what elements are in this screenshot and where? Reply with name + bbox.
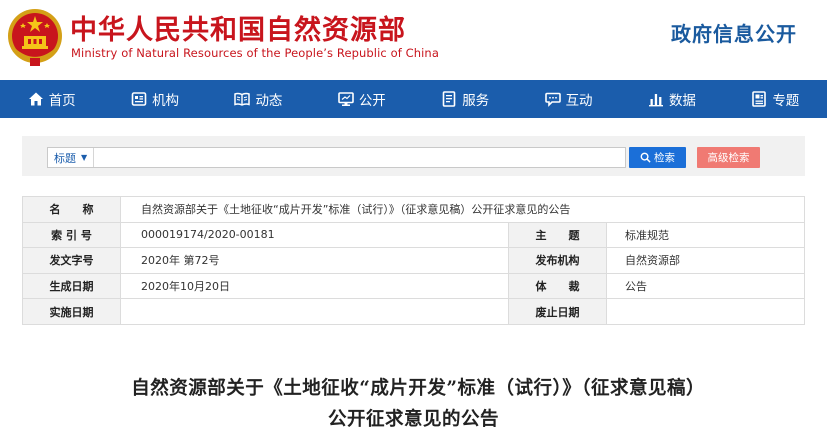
document-info-table: 名 称 自然资源部关于《土地征收“成片开发”标准（试行）》（征求意见稿）公开征求… [22, 196, 805, 325]
genre-value: 公告 [606, 272, 805, 300]
nav-item-topic[interactable]: 专题 [724, 80, 827, 118]
name-value: 自然资源部关于《土地征收“成片开发”标准（试行）》（征求意见稿）公开征求意见的公… [120, 196, 805, 223]
nav-item-service[interactable]: 服务 [414, 80, 517, 118]
table-row: 生成日期 2020年10月20日 体 裁 公告 [22, 272, 805, 300]
docno-label: 发文字号 [22, 247, 121, 274]
nav-item-interact[interactable]: 互动 [517, 80, 620, 118]
main-nav: 首页 机构 动态 公开 服务 互动 数据 专题 [0, 80, 827, 118]
search-button-label: 检索 [654, 152, 675, 164]
national-emblem-icon[interactable] [6, 6, 64, 68]
table-row: 发文字号 2020年 第72号 发布机构 自然资源部 [22, 247, 805, 274]
org-icon [131, 92, 147, 106]
caret-down-icon: ▼ [81, 153, 88, 162]
nav-item-label: 机构 [152, 93, 180, 109]
expire-label: 废止日期 [508, 298, 607, 325]
chat-icon [544, 92, 561, 107]
table-row: 索 引 号 000019174/2020-00181 主 题 标准规范 [22, 221, 805, 249]
search-icon [640, 152, 651, 163]
nav-item-news[interactable]: 动态 [207, 80, 310, 118]
index-label: 索 引 号 [22, 221, 121, 249]
topic-value: 标准规范 [606, 221, 805, 249]
nav-item-data[interactable]: 数据 [620, 80, 723, 118]
nav-item-org[interactable]: 机构 [103, 80, 206, 118]
book-icon [234, 92, 251, 106]
topic-label: 主 题 [508, 221, 607, 249]
search-box: 标题 ▼ [47, 147, 626, 168]
topic-icon [752, 91, 767, 107]
document-icon [442, 91, 456, 107]
effective-label: 实施日期 [22, 298, 121, 325]
site-header: 中华人民共和国自然资源部 Ministry of Natural Resourc… [0, 0, 827, 80]
site-subtitle: Ministry of Natural Resources of the Peo… [71, 46, 439, 60]
nav-item-label: 首页 [48, 93, 76, 109]
nav-item-home[interactable]: 首页 [0, 80, 103, 118]
search-button[interactable]: 检索 [629, 147, 686, 168]
table-row: 名 称 自然资源部关于《土地征收“成片开发”标准（试行）》（征求意见稿）公开征求… [22, 196, 805, 223]
issuer-value: 自然资源部 [606, 247, 805, 274]
bar-chart-icon [648, 94, 663, 107]
nav-item-public[interactable]: 公开 [310, 80, 413, 118]
gov-info-open-title[interactable]: 政府信息公开 [671, 18, 797, 47]
nav-item-label: 互动 [565, 93, 593, 109]
search-type-label: 标题 [54, 151, 76, 165]
article-title: 自然资源部关于《土地征收“成片开发”标准（试行）》（征求意见稿）公开征求意见的公… [131, 378, 696, 430]
advanced-search-label: 高级检索 [707, 152, 750, 164]
index-value: 000019174/2020-00181 [120, 221, 509, 249]
search-type-select[interactable]: 标题 ▼ [48, 148, 95, 167]
date-label: 生成日期 [22, 272, 121, 300]
nav-item-label: 服务 [462, 93, 490, 109]
advanced-search-button[interactable]: 高级检索 [697, 147, 760, 168]
home-icon [28, 92, 43, 106]
nav-item-label: 公开 [358, 93, 386, 109]
nav-item-label: 专题 [772, 93, 800, 109]
issuer-label: 发布机构 [508, 247, 607, 274]
effective-value [120, 298, 509, 325]
site-title[interactable]: 中华人民共和国自然资源部 [70, 8, 406, 47]
genre-label: 体 裁 [508, 272, 607, 300]
date-value: 2020年10月20日 [120, 272, 509, 300]
search-input[interactable] [94, 148, 625, 167]
nav-item-label: 动态 [255, 93, 283, 109]
expire-value [606, 298, 805, 325]
monitor-icon [338, 92, 354, 106]
nav-item-label: 数据 [668, 93, 696, 109]
table-row: 实施日期 废止日期 [22, 298, 805, 325]
name-label: 名 称 [22, 196, 121, 223]
docno-value: 2020年 第72号 [120, 247, 509, 274]
search-panel: 标题 ▼ 检索 高级检索 [22, 136, 805, 176]
